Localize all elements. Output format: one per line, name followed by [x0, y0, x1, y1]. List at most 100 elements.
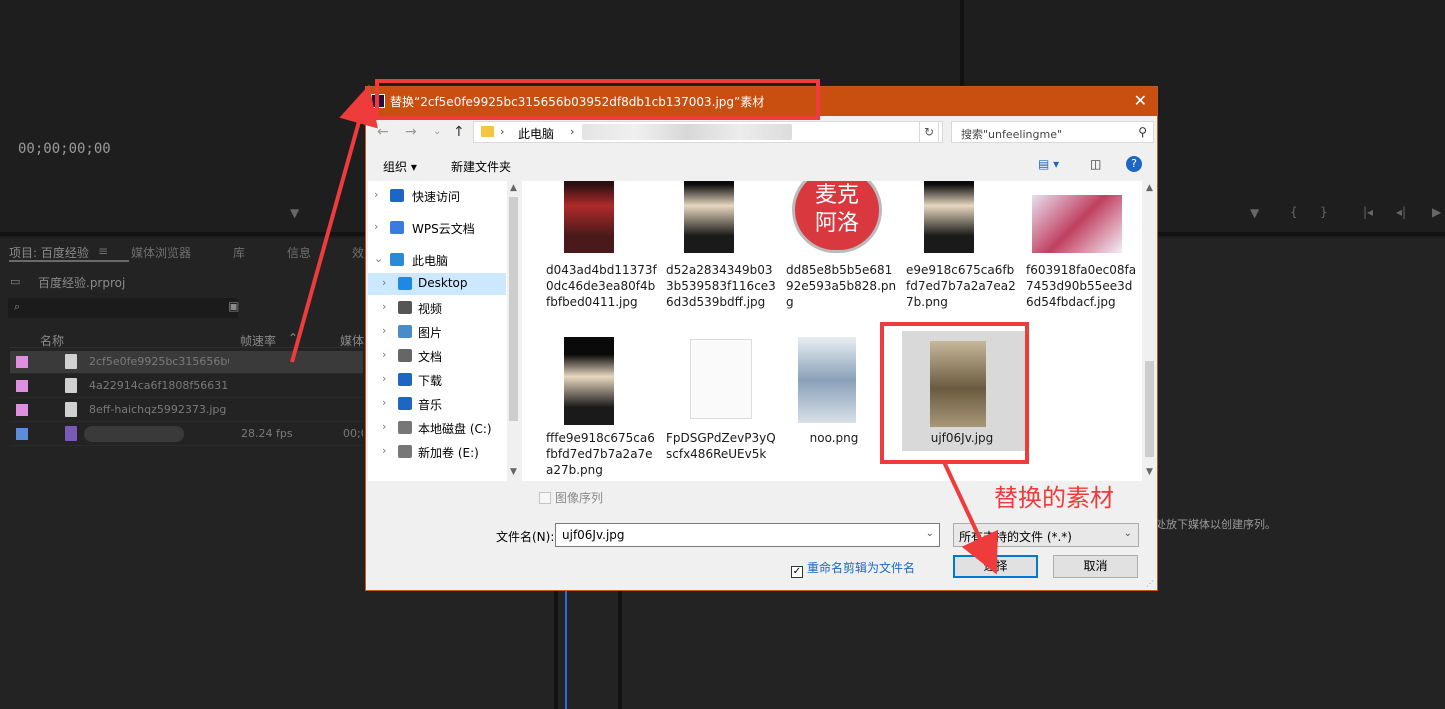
- in-point-icon[interactable]: {: [1290, 205, 1298, 219]
- tab-media-browser[interactable]: 媒体浏览器: [131, 244, 191, 261]
- file-thumbnail: [564, 181, 614, 253]
- play-icon[interactable]: ▶: [1432, 205, 1441, 219]
- column-media[interactable]: 媒体: [340, 332, 364, 349]
- folder-icon: ▭: [10, 275, 21, 288]
- image-sequence-option[interactable]: 图像序列: [539, 489, 603, 506]
- tab-libraries[interactable]: 库: [233, 244, 245, 261]
- blurred-name: [84, 426, 184, 442]
- file-thumbnail: 麦克 阿洛: [792, 181, 882, 253]
- chevron-icon[interactable]: ›: [382, 444, 386, 457]
- chevron-icon[interactable]: ›: [382, 420, 386, 433]
- nav-item[interactable]: › WPS云文档: [368, 217, 506, 239]
- rename-clip-option[interactable]: ✓ 重命名剪辑为文件名: [791, 559, 915, 578]
- marker-icon[interactable]: ▼: [290, 206, 299, 220]
- preview-pane-icon[interactable]: ◫: [1090, 157, 1101, 171]
- close-icon[interactable]: ✕: [1134, 91, 1147, 110]
- star-icon: [390, 189, 404, 202]
- rename-clip-checkbox[interactable]: ✓: [791, 566, 803, 578]
- scrollbar-thumb[interactable]: [509, 197, 518, 421]
- new-folder-button[interactable]: 新建文件夹: [451, 158, 511, 175]
- breadcrumb-this-pc[interactable]: 此电脑: [518, 125, 554, 142]
- organize-button[interactable]: 组织 ▾: [383, 158, 417, 175]
- chevron-icon[interactable]: ›: [374, 220, 378, 233]
- label-color-chip: [16, 380, 28, 392]
- filename-value: ujf06Jv.jpg: [562, 528, 625, 542]
- marker-icon[interactable]: ▼: [1250, 206, 1259, 220]
- nav-item[interactable]: ⌄ 此电脑: [368, 249, 506, 271]
- chevron-icon[interactable]: ›: [382, 348, 386, 361]
- project-item[interactable]: 4 28.24 fps 00;0: [10, 423, 363, 446]
- project-search-input[interactable]: ⌕: [8, 298, 238, 318]
- nav-item[interactable]: › 本地磁盘 (C:): [368, 417, 506, 439]
- nav-item[interactable]: › Desktop: [368, 273, 506, 295]
- search-input[interactable]: 搜索"unfeelingme" ⚲: [951, 121, 1154, 143]
- back-icon[interactable]: ←: [377, 124, 389, 140]
- column-framerate[interactable]: 帧速率: [240, 332, 276, 349]
- chevron-icon[interactable]: ⌄: [374, 252, 383, 265]
- nav-item-label: 快速访问: [412, 190, 461, 204]
- image-sequence-checkbox[interactable]: [539, 492, 551, 504]
- nav-item[interactable]: › 文档: [368, 345, 506, 367]
- nav-item[interactable]: › 音乐: [368, 393, 506, 415]
- out-point-icon[interactable]: }: [1320, 205, 1328, 219]
- panel-menu-icon[interactable]: ≡: [98, 244, 108, 258]
- chevron-icon[interactable]: ›: [382, 300, 386, 313]
- cancel-button[interactable]: 取消: [1053, 555, 1138, 578]
- resize-grip-icon[interactable]: ⋰: [1146, 579, 1154, 588]
- nav-scrollbar[interactable]: ▲ ▼: [507, 181, 520, 481]
- tab-info[interactable]: 信息: [287, 244, 311, 261]
- nav-item[interactable]: › 图片: [368, 321, 506, 343]
- nav-item[interactable]: › 视频: [368, 297, 506, 319]
- nav-item[interactable]: › 下载: [368, 369, 506, 391]
- file-scrollbar[interactable]: ▲ ▼: [1142, 181, 1157, 481]
- address-bar[interactable]: › 此电脑 › ⌄: [473, 121, 943, 143]
- forward-icon[interactable]: →: [405, 124, 417, 140]
- dialog-toolbar: 组织 ▾ 新建文件夹 ▤ ▾ ◫ ?: [366, 149, 1157, 179]
- sort-ascending-icon[interactable]: ⌃: [288, 331, 298, 345]
- refresh-icon[interactable]: ↻: [919, 121, 939, 143]
- filename-field[interactable]: ujf06Jv.jpg ⌄: [555, 523, 940, 547]
- project-item[interactable]: 2cf5e0fe9925bc315656b0395: [10, 351, 363, 374]
- nav-item-label: 本地磁盘 (C:): [418, 422, 492, 436]
- view-options-icon[interactable]: ▤ ▾: [1038, 157, 1059, 171]
- logo-text: 阿洛: [814, 211, 859, 236]
- scroll-up-icon[interactable]: ▲: [1146, 183, 1153, 193]
- project-item[interactable]: 8eff-haichqz5992373.jpg: [10, 399, 363, 422]
- search-icon: ⚲: [1138, 125, 1147, 139]
- pictures-icon: [398, 325, 412, 338]
- select-button[interactable]: 选择: [953, 555, 1038, 578]
- filetype-select[interactable]: 所有支持的文件 (*.*) ⌄: [953, 523, 1139, 547]
- scroll-down-icon[interactable]: ▼: [510, 467, 517, 477]
- chevron-icon[interactable]: ›: [374, 188, 378, 201]
- help-icon[interactable]: ?: [1126, 156, 1142, 172]
- chevron-icon[interactable]: ›: [382, 372, 386, 385]
- chevron-icon[interactable]: ›: [382, 324, 386, 337]
- chevron-icon[interactable]: ›: [382, 396, 386, 409]
- video-icon: [398, 301, 412, 314]
- computer-icon: [390, 253, 404, 266]
- file-name: d52a2834349b033b539583f116ce36d3d539bdff…: [666, 263, 776, 309]
- nav-item-label: WPS云文档: [412, 222, 475, 236]
- column-name[interactable]: 名称: [40, 332, 64, 349]
- scrollbar-thumb[interactable]: [1145, 361, 1154, 457]
- recent-chevron-icon[interactable]: ⌄: [433, 126, 441, 137]
- scroll-down-icon[interactable]: ▼: [1146, 467, 1153, 477]
- up-icon[interactable]: ↑: [453, 124, 465, 140]
- file-name: d043ad4bd11373f0dc46de3ea80f4bfbfbed0411…: [546, 263, 657, 309]
- nav-item[interactable]: › 新加卷 (E:): [368, 441, 506, 463]
- tab-project[interactable]: 项目: 百度经验: [9, 244, 89, 261]
- chevron-icon[interactable]: ›: [382, 276, 386, 289]
- address-bar-row: ← → ⌄ ↑ › 此电脑 › ⌄ ↻ 搜索"unfeelingme" ⚲: [373, 121, 1155, 145]
- project-item[interactable]: 4a22914ca6f1808f566316f3: [10, 375, 363, 398]
- nav-item[interactable]: › 快速访问: [368, 185, 506, 207]
- chevron-down-icon[interactable]: ⌄: [926, 528, 934, 539]
- logo-text: 麦克: [814, 183, 859, 208]
- step-back-icon[interactable]: ◂|: [1396, 205, 1406, 219]
- go-to-in-icon[interactable]: |◂: [1363, 205, 1373, 219]
- tab-effects[interactable]: 效: [352, 244, 364, 261]
- label-color-chip: [16, 404, 28, 416]
- scroll-up-icon[interactable]: ▲: [510, 183, 517, 193]
- timeline-hint: 处放下媒体以创建序列。: [1155, 518, 1276, 531]
- project-item-name: 2cf5e0fe9925bc315656b0395: [89, 355, 229, 368]
- new-bin-icon[interactable]: ▣: [228, 299, 239, 313]
